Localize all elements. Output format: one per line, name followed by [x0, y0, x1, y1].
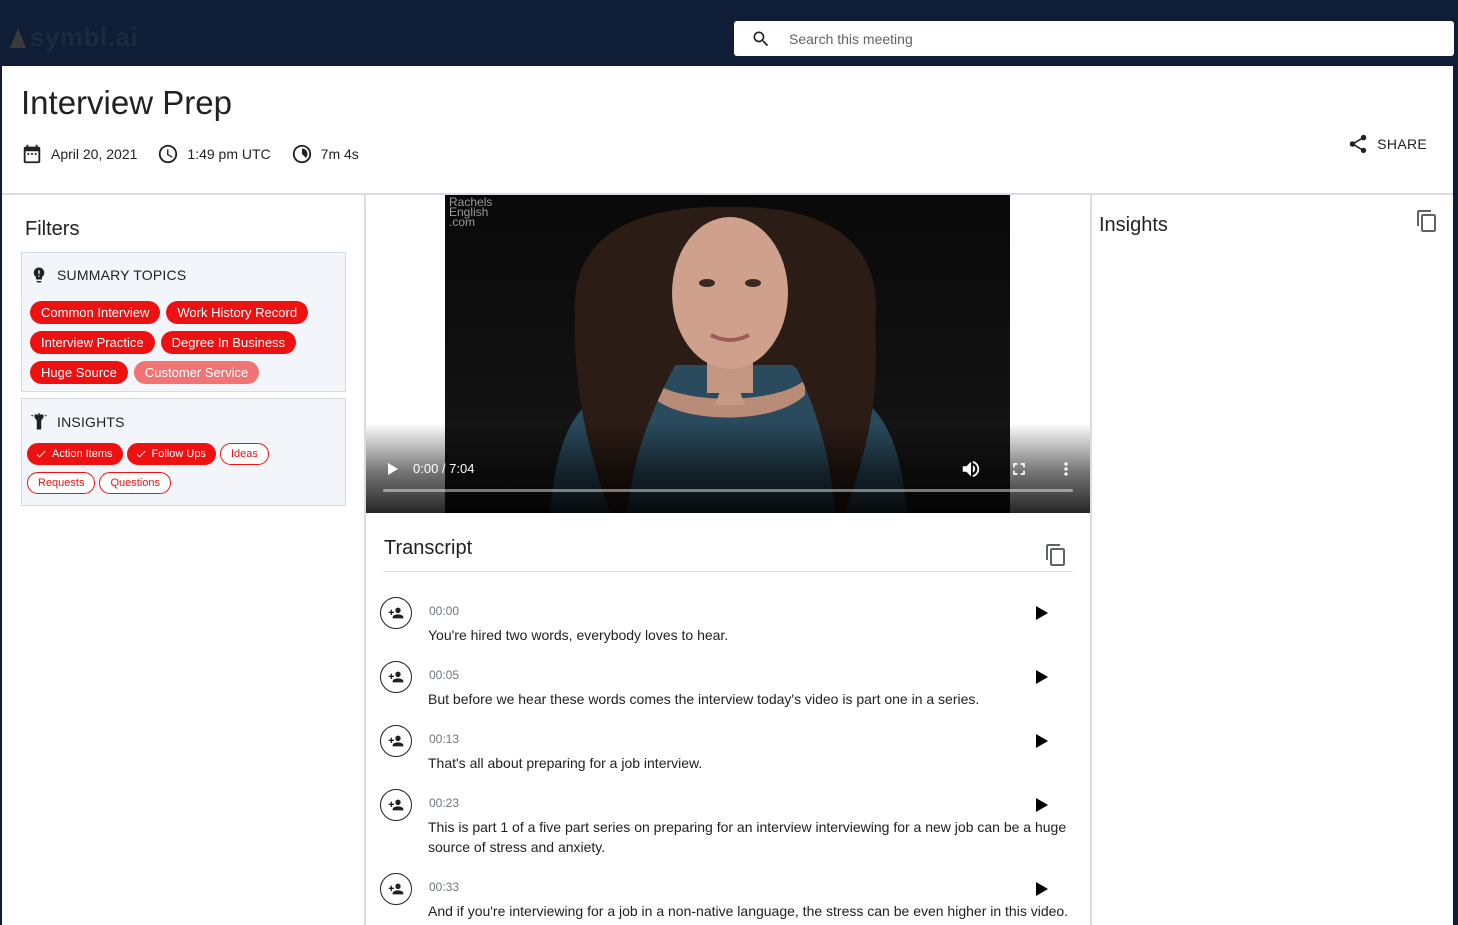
transcript-timestamp: 00:00 — [429, 604, 460, 618]
transcript-header: Transcript — [383, 533, 1073, 572]
more-options-icon[interactable] — [1056, 459, 1076, 479]
insight-type-label: Follow Ups — [151, 447, 206, 460]
insight-type-chip-ideas[interactable]: Ideas — [219, 443, 269, 465]
transcript-text: That's all about preparing for a job int… — [428, 755, 703, 771]
share-icon — [1350, 134, 1367, 154]
summary-topics-card: SUMMARY TOPICS Common Interview Work His… — [21, 252, 346, 392]
center-panel: Rachels English .com 0:00 / 7:04 Transcr… — [366, 195, 1092, 925]
meeting-duration: 7m 4s — [291, 143, 359, 165]
page-title: Interview Prep — [21, 84, 232, 121]
assign-speaker-button[interactable] — [380, 725, 412, 757]
person-add-icon — [388, 799, 404, 811]
video-controls: 0:00 / 7:04 — [366, 423, 1090, 513]
topic-chip-list: Common Interview Work History Record Int… — [30, 301, 345, 391]
filters-panel: Filters SUMMARY TOPICS Common Interview … — [2, 195, 366, 925]
play-icon[interactable] — [380, 457, 404, 481]
insight-type-chip-requests[interactable]: Requests — [27, 472, 96, 494]
transcript-timestamp: 00:23 — [429, 796, 460, 810]
insight-type-chip-questions[interactable]: Questions — [99, 472, 172, 494]
topic-chip[interactable]: Degree In Business — [160, 331, 297, 354]
transcript-text: And if you're interviewing for a job in … — [428, 903, 1069, 919]
meeting-header: Interview Prep April 20, 2021 1:49 pm UT… — [2, 66, 1453, 195]
share-label: SHARE — [1377, 136, 1427, 152]
clock-icon — [159, 144, 178, 164]
transcript-timestamp: 00:05 — [429, 668, 460, 682]
insights-filter-header: INSIGHTS — [30, 411, 125, 433]
video-control-row: 0:00 / 7:04 — [366, 457, 1090, 481]
person-add-icon — [388, 883, 404, 895]
logo-mark-icon — [10, 27, 26, 48]
assign-speaker-button[interactable] — [380, 789, 412, 821]
topic-chip[interactable]: Huge Source — [30, 361, 128, 384]
person-add-icon — [388, 607, 404, 619]
video-progress-bar[interactable] — [383, 489, 1073, 492]
transcript-text: This is part 1 of a five part series on … — [428, 819, 1067, 855]
assign-speaker-button[interactable] — [380, 661, 412, 693]
timelapse-icon — [292, 144, 311, 164]
meeting-date: April 20, 2021 — [21, 143, 137, 165]
insight-type-chip-follow-ups[interactable]: Follow Ups — [126, 443, 216, 465]
search-input[interactable] — [787, 29, 1391, 48]
check-icon — [36, 450, 46, 458]
logo[interactable]: symbl.ai — [8, 22, 138, 53]
check-icon — [136, 450, 146, 458]
video-player[interactable]: Rachels English .com 0:00 / 7:04 — [366, 195, 1090, 513]
meeting-duration-text: 7m 4s — [320, 146, 359, 162]
insight-type-label: Action Items — [52, 447, 113, 460]
flashlight-icon — [31, 413, 47, 430]
meeting-time: 1:49 pm UTC — [157, 143, 271, 165]
play-icon[interactable] — [1034, 604, 1050, 622]
transcript-text: But before we hear these words comes the… — [428, 691, 980, 707]
transcript-heading: Transcript — [384, 537, 473, 559]
insights-panel: Insights — [1092, 195, 1453, 925]
topic-chip[interactable]: Common Interview — [30, 301, 161, 324]
fullscreen-icon[interactable] — [1009, 459, 1029, 479]
summary-topics-header: SUMMARY TOPICS — [30, 265, 186, 285]
logo-text: symbl.ai — [30, 22, 139, 52]
play-icon[interactable] — [1034, 732, 1050, 750]
summary-topics-heading: SUMMARY TOPICS — [57, 267, 187, 283]
play-icon[interactable] — [1034, 796, 1050, 814]
search-icon — [753, 31, 769, 46]
video-time: 0:00 / 7:04 — [413, 461, 475, 476]
meeting-page: Interview Prep April 20, 2021 1:49 pm UT… — [2, 66, 1453, 925]
topic-chip[interactable]: Work History Record — [166, 301, 309, 324]
insight-type-chip-list: Action Items Follow Ups Ideas Requests Q… — [27, 443, 342, 501]
transcript-text: You're hired two words, everybody loves … — [428, 627, 729, 643]
person-add-icon — [388, 671, 404, 683]
assign-speaker-button[interactable] — [380, 597, 412, 629]
calendar-icon — [23, 144, 41, 164]
topic-chip[interactable]: Interview Practice — [30, 331, 155, 354]
share-button[interactable]: SHARE — [1347, 133, 1427, 155]
play-icon[interactable] — [1034, 668, 1050, 686]
copy-icon[interactable] — [1044, 543, 1068, 567]
top-bar: symbl.ai — [0, 0, 1458, 66]
insights-filter-heading: INSIGHTS — [57, 414, 125, 430]
copy-icon[interactable] — [1415, 209, 1439, 233]
transcript-timestamp: 00:33 — [429, 880, 460, 894]
topic-chip[interactable]: Customer Service — [133, 361, 260, 384]
assign-speaker-button[interactable] — [380, 873, 412, 905]
search-bar — [734, 21, 1454, 56]
meeting-date-text: April 20, 2021 — [51, 146, 138, 162]
insights-heading: Insights — [1099, 214, 1168, 236]
person-add-icon — [388, 735, 404, 747]
insights-filter-card: INSIGHTS Action Items Follow Ups Ideas R… — [21, 398, 346, 506]
insight-type-chip-action-items[interactable]: Action Items — [27, 443, 123, 465]
lightbulb-icon — [33, 267, 45, 283]
transcript-timestamp: 00:13 — [429, 732, 460, 746]
meeting-meta: April 20, 2021 1:49 pm UTC 7m 4s — [21, 143, 379, 165]
play-icon[interactable] — [1034, 880, 1050, 898]
filters-heading: Filters — [25, 218, 80, 240]
meeting-time-text: 1:49 pm UTC — [187, 146, 271, 162]
volume-icon[interactable] — [960, 458, 982, 480]
